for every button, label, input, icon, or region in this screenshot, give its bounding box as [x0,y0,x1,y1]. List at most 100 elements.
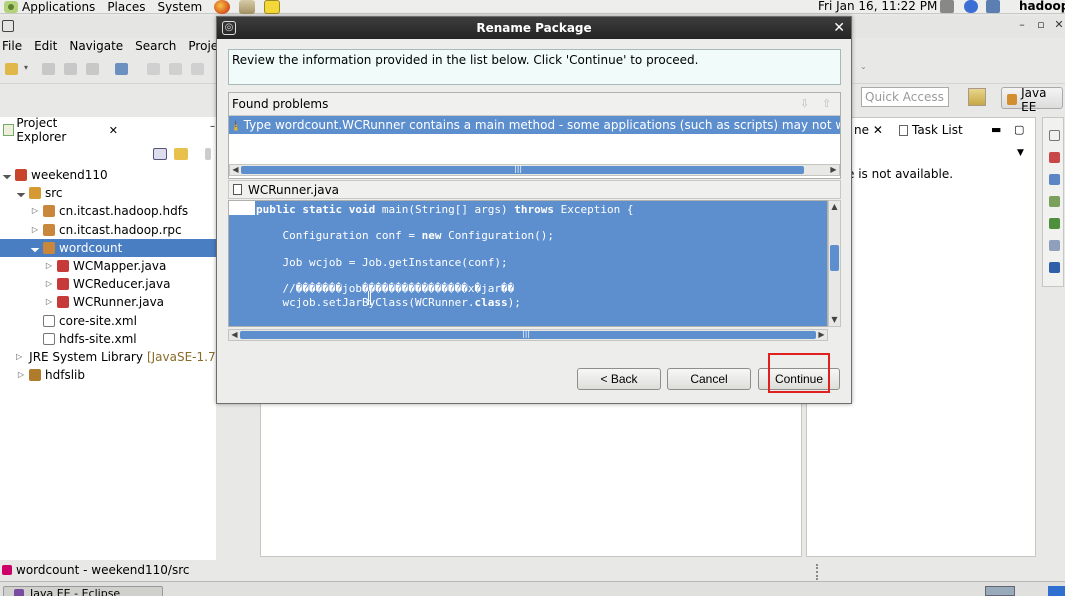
close-window-icon[interactable]: ✕ [1054,19,1064,30]
menu-navigate[interactable]: Navigate [69,38,123,56]
previous-problem-icon[interactable]: ⇧ [822,98,833,109]
workspace-switcher-1[interactable] [985,586,1015,596]
tree-item[interactable]: ▷ cn.itcast.hadoop.hdfs [0,202,216,220]
network-icon[interactable] [986,0,1000,13]
tree-item[interactable]: ▷ cn.itcast.hadoop.rpc [0,221,216,239]
print-icon[interactable] [86,63,99,75]
tree-item[interactable]: ▷ WCMapper.java [0,257,216,275]
maximize-icon[interactable]: ▫ [1036,19,1046,30]
menu-edit[interactable]: Edit [34,38,57,56]
cancel-button[interactable]: Cancel [667,368,751,390]
minimize-pane-icon[interactable]: ▬ [991,123,1001,136]
scroll-right-icon[interactable]: ▶ [828,164,839,176]
panel-clock[interactable]: Fri Jan 16, 11:22 PM [818,0,937,13]
minimize-icon[interactable]: – [1017,19,1027,30]
taskbar-eclipse-button[interactable]: Java EE - Eclipse [3,586,163,596]
code-text: Job wcjob = Job.getInstance(conf); [256,256,508,269]
open-perspective-icon[interactable] [968,88,986,106]
tree-item[interactable]: ▷ WCRunner.java [0,293,216,311]
tree-item[interactable]: hdfs-site.xml [0,330,216,348]
collapsed-twisty-icon[interactable]: ▷ [44,297,54,307]
tree-item[interactable]: ◢ src [0,184,216,202]
problems-icon[interactable] [1049,240,1060,251]
applications-menu[interactable]: Applications [4,0,95,14]
scroll-thumb[interactable] [241,166,804,174]
code-horizontal-scrollbar[interactable]: ◀ ||| ▶ [228,329,828,341]
bluetooth-icon[interactable] [964,0,978,13]
tree-item[interactable]: ◢ weekend110 [0,166,216,184]
console-icon[interactable] [1049,262,1060,273]
problem-entry[interactable]: ! Type wordcount.WCRunner contains a mai… [229,116,840,134]
menu-search[interactable]: Search [135,38,176,56]
restore-icon[interactable] [1049,130,1060,141]
scroll-up-icon[interactable]: ▲ [829,201,840,213]
next-problem-icon[interactable]: ⇩ [800,98,811,109]
tree-item[interactable]: ▷ WCReducer.java [0,275,216,293]
collapse-all-icon[interactable] [153,148,167,160]
status-text: wordcount - weekend110/src [16,562,190,577]
collapsed-twisty-icon[interactable]: ▷ [30,225,40,235]
snippets-icon[interactable] [1049,218,1060,229]
workspace-switcher-2[interactable] [1048,586,1065,596]
pane-menu-icon[interactable]: ▼ [1017,148,1024,158]
collapsed-twisty-icon[interactable]: ▷ [44,261,54,271]
expanded-twisty-icon[interactable]: ◢ [0,168,14,182]
code-vertical-scrollbar[interactable]: ▲ ▼ [828,200,841,327]
link-with-editor-icon[interactable] [174,148,188,160]
places-menu[interactable]: Places [107,0,145,14]
suspend-icon[interactable] [169,63,182,75]
dialog-close-icon[interactable]: ✕ [833,17,845,39]
expanded-twisty-icon[interactable]: ◢ [14,186,28,200]
terminate-icon[interactable] [191,63,204,75]
dialog-app-icon: ◎ [222,21,236,35]
view-menu-icon[interactable] [205,148,211,160]
expanded-twisty-icon[interactable]: ◢ [28,241,42,255]
mail-launcher-icon[interactable] [239,0,256,14]
new-dropdown-icon[interactable]: ▾ [24,63,32,75]
system-menu[interactable]: System [157,0,202,14]
collapsed-twisty-icon[interactable]: ▷ [16,370,26,380]
code-scroll-thumb[interactable] [830,245,839,271]
maximize-pane-icon[interactable]: ▢ [1014,123,1024,136]
back-button[interactable]: < Back [577,368,661,390]
tree-item[interactable]: ◢ wordcount [0,239,216,257]
project-explorer-tab[interactable]: Project Explorer ✕ [0,116,118,144]
code-line: wcjob.setJarByClass(WCRunner.class); [256,296,520,309]
resume-icon[interactable] [147,63,160,75]
tree-item[interactable]: core-site.xml [0,312,216,330]
close-tab-icon[interactable]: ✕ [109,124,118,137]
dialog-title-bar[interactable]: ◎ Rename Package ✕ [217,17,851,39]
collapsed-twisty-icon[interactable]: ▷ [30,206,40,216]
code-preview[interactable]: public static void main(String[] args) t… [228,200,828,327]
volume-icon[interactable] [940,0,954,13]
panel-user[interactable]: hadoop [1019,0,1065,13]
minimize-view-icon[interactable]: – [210,121,215,132]
java-file-icon [57,278,69,290]
collapsed-twisty-icon[interactable]: ▷ [16,352,22,362]
notes-launcher-icon[interactable] [264,0,281,14]
code-gutter [229,201,255,215]
save-all-icon[interactable] [64,63,77,75]
tree-item[interactable]: ▷ JRE System Library [JavaSE-1.7] [0,348,220,366]
tree-item[interactable]: ▷ hdfslib [0,366,216,384]
new-icon[interactable] [5,63,18,75]
quick-access-input[interactable]: Quick Access [861,87,949,107]
code-scroll-left-icon[interactable]: ◀ [229,329,240,341]
collapsed-twisty-icon[interactable]: ▷ [44,279,54,289]
java-ee-label: Java EE [1021,85,1047,114]
task-list-tab[interactable]: Task List [899,123,963,137]
problems-horizontal-scrollbar[interactable]: ◀ ||| ▶ [229,164,840,176]
data-source-icon[interactable] [1049,196,1060,207]
scroll-left-icon[interactable]: ◀ [230,164,241,176]
save-icon[interactable] [42,63,55,75]
code-scroll-right-icon[interactable]: ▶ [816,329,827,341]
skip-breakpoints-icon[interactable] [115,63,128,75]
firefox-launcher-icon[interactable] [214,0,231,14]
outline-tab-fragment[interactable]: ne ✕ [854,123,883,137]
scroll-down-icon[interactable]: ▼ [829,314,840,326]
servers-icon[interactable] [1049,152,1060,163]
menu-file[interactable]: File [2,38,22,56]
properties-icon[interactable] [1049,174,1060,185]
toolbar-chevron-icon[interactable]: ⌄ [860,62,867,71]
java-ee-perspective-button[interactable]: Java EE [1001,86,1063,114]
